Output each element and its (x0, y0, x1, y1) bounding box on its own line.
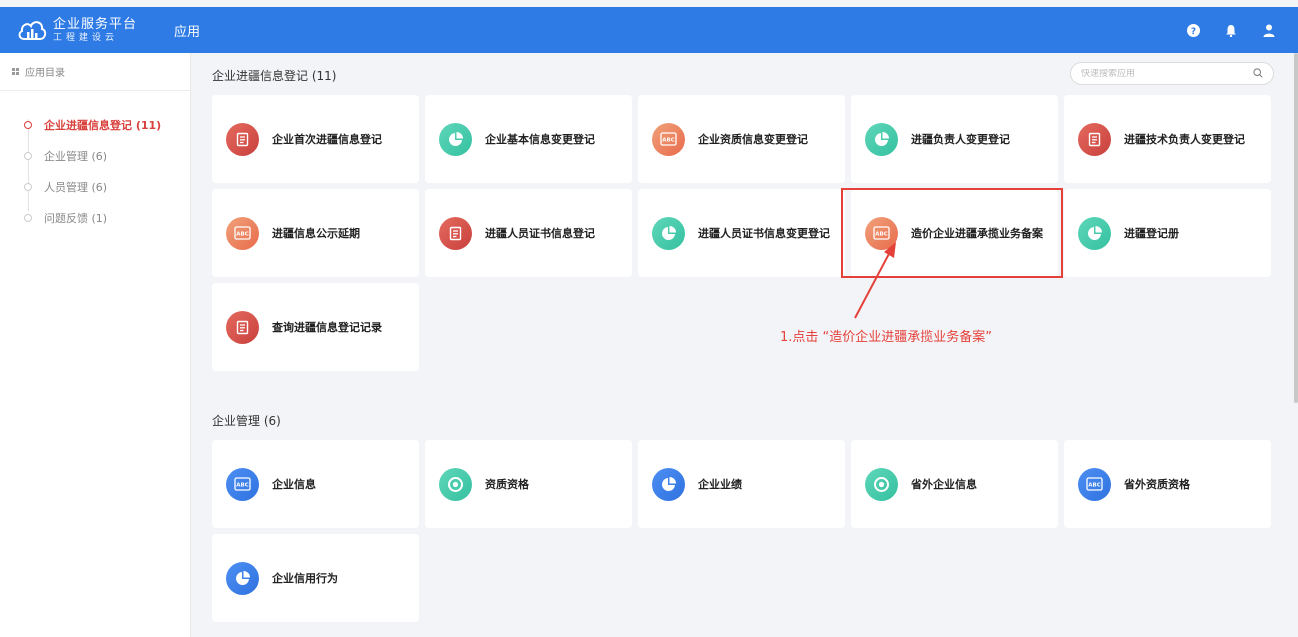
app-card-label: 进疆技术负责人变更登记 (1124, 133, 1245, 146)
timeline-dot-icon (24, 151, 32, 160)
timeline-dot-icon (24, 213, 32, 222)
nav-app-link[interactable]: 应用 (174, 21, 200, 40)
search-input[interactable] (1081, 68, 1251, 79)
sidebar-item-enterprise-entry[interactable]: 企业进疆信息登记 (11) (24, 109, 190, 140)
app-card-label: 进疆信息公示延期 (272, 227, 360, 240)
svg-text:ABC: ABC (236, 483, 249, 489)
app-card-label: 企业资质信息变更登记 (698, 133, 808, 146)
app-card-label: 资质资格 (485, 478, 529, 491)
sidebar-item-personnel-management[interactable]: 人员管理 (6) (24, 171, 190, 202)
cloud-logo-icon (17, 17, 47, 43)
section-title: 企业管理 (6) (212, 414, 281, 428)
pie-chart-icon (652, 467, 685, 501)
app-card-label: 进疆人员证书信息登记 (485, 227, 595, 240)
logo-subtitle: 工程建设云 (53, 32, 119, 43)
abc-icon: ABC (652, 122, 685, 156)
app-card[interactable]: ABC 企业资质信息变更登记 (638, 95, 845, 183)
pie-chart-icon (865, 122, 898, 156)
section-title: 企业进疆信息登记 (11) (212, 69, 337, 83)
app-card[interactable]: 企业基本信息变更登记 (425, 95, 632, 183)
target-icon (865, 467, 898, 501)
app-card[interactable]: 进疆人员证书信息变更登记 (638, 189, 845, 277)
app-card[interactable]: 企业业绩 (638, 440, 845, 528)
app-card-label: 省外资质资格 (1124, 478, 1190, 491)
app-card-label: 进疆人员证书信息变更登记 (698, 227, 830, 240)
timeline-dot-icon (24, 120, 32, 129)
sidebar-header: 应用目录 (0, 53, 190, 91)
app-card[interactable]: 资质资格 (425, 440, 632, 528)
logo[interactable]: 企业服务平台 工程建设云 (17, 17, 177, 43)
sidebar: 应用目录 企业进疆信息登记 (11) 企业管理 (6) 人员管理 (6) 问题反… (0, 53, 191, 637)
top-navbar: 企业服务平台 工程建设云 应用 ? (0, 7, 1298, 53)
help-icon[interactable]: ? (1184, 21, 1202, 39)
doc-icon (226, 122, 259, 156)
app-card[interactable]: ABC 进疆信息公示延期 (212, 189, 419, 277)
app-card[interactable]: 企业首次进疆信息登记 (212, 95, 419, 183)
search-icon[interactable] (1253, 68, 1263, 78)
doc-icon (439, 216, 472, 250)
app-card-label: 企业首次进疆信息登记 (272, 133, 382, 146)
app-card[interactable]: ABC 省外资质资格 (1064, 440, 1271, 528)
timeline-dot-icon (24, 182, 32, 191)
app-card-label: 进疆负责人变更登记 (911, 133, 1010, 146)
app-card-label: 企业业绩 (698, 478, 742, 491)
sidebar-item-label: 企业管理 (6) (44, 149, 108, 163)
grid-icon (12, 67, 20, 76)
abc-icon: ABC (226, 216, 259, 250)
pie-chart-icon (439, 122, 472, 156)
sidebar-title: 应用目录 (25, 68, 65, 79)
abc-icon: ABC (226, 467, 259, 501)
app-card-label: 省外企业信息 (911, 478, 977, 491)
user-icon[interactable] (1260, 21, 1278, 39)
sidebar-item-label: 企业进疆信息登记 (11) (44, 118, 162, 132)
search-box[interactable] (1070, 62, 1274, 85)
target-icon (439, 467, 472, 501)
main-content: 企业进疆信息登记 (11) 企业首次进疆信息登记 企业基本信息变更登记 ABC 企业资… (191, 53, 1291, 637)
abc-icon: ABC (1078, 467, 1111, 501)
pie-chart-icon (1078, 216, 1111, 250)
sidebar-list: 企业进疆信息登记 (11) 企业管理 (6) 人员管理 (6) 问题反馈 (1) (0, 109, 190, 233)
app-card[interactable]: 进疆负责人变更登记 (851, 95, 1058, 183)
app-card-label: 企业基本信息变更登记 (485, 133, 595, 146)
svg-text:?: ? (1190, 27, 1195, 37)
sidebar-item-label: 问题反馈 (1) (44, 211, 108, 225)
svg-text:ABC: ABC (236, 232, 249, 238)
app-card[interactable]: 省外企业信息 (851, 440, 1058, 528)
annotation-text: 1.点击 “造价企业进疆承揽业务备案” (780, 330, 993, 345)
scrollbar[interactable] (1294, 53, 1298, 403)
app-card[interactable]: 查询进疆信息登记记录 (212, 283, 419, 371)
pie-chart-icon (652, 216, 685, 250)
bell-icon[interactable] (1222, 21, 1240, 39)
doc-icon (226, 310, 259, 344)
annotation-arrow (854, 242, 896, 319)
svg-text:ABC: ABC (662, 138, 675, 144)
app-card[interactable]: 进疆人员证书信息登记 (425, 189, 632, 277)
logo-title: 企业服务平台 (53, 16, 138, 32)
app-card-label: 进疆登记册 (1124, 227, 1179, 240)
app-card[interactable]: 进疆登记册 (1064, 189, 1271, 277)
svg-text:ABC: ABC (1088, 483, 1101, 489)
app-card-label: 企业信息 (272, 478, 316, 491)
app-card-label: 企业信用行为 (272, 572, 338, 585)
sidebar-item-enterprise-management[interactable]: 企业管理 (6) (24, 140, 190, 171)
app-card[interactable]: 进疆技术负责人变更登记 (1064, 95, 1271, 183)
sidebar-item-feedback[interactable]: 问题反馈 (1) (24, 202, 190, 233)
app-card[interactable]: 企业信用行为 (212, 534, 419, 622)
app-card[interactable]: ABC 企业信息 (212, 440, 419, 528)
doc-icon (1078, 122, 1111, 156)
app-card-label: 查询进疆信息登记记录 (272, 321, 382, 334)
sidebar-item-label: 人员管理 (6) (44, 180, 108, 194)
pie-chart-icon (226, 561, 259, 595)
